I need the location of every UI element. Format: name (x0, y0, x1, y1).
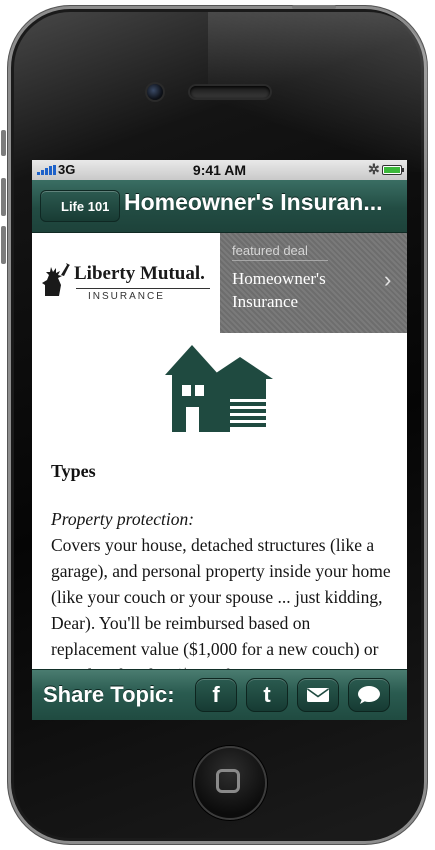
camera-icon (147, 84, 163, 100)
article-text: Property protection: Covers your house, … (51, 506, 391, 670)
page-title: Homeowner's Insuran... (124, 189, 383, 215)
twitter-icon: t (263, 682, 271, 707)
back-button[interactable]: Life 101 (32, 190, 121, 223)
logo-subtitle: INSURANCE (88, 291, 165, 302)
bluetooth-icon: ✲ (368, 161, 380, 177)
house-icon (165, 345, 273, 432)
share-toolbar: Share Topic: f t (32, 669, 407, 720)
article-content[interactable]: Types Property protection: Covers your h… (32, 334, 407, 670)
deal-panel[interactable]: featured deal Homeowner's Insurance › (220, 233, 407, 333)
deal-kicker: featured deal (232, 243, 308, 258)
volume-up-button[interactable] (1, 178, 6, 216)
article-body: Covers your house, detached structures (… (51, 535, 391, 670)
section-heading: Types (51, 461, 96, 481)
twitter-share-button[interactable]: t (246, 678, 288, 712)
email-share-button[interactable] (297, 678, 339, 712)
back-arrow-icon (32, 190, 62, 223)
logo-wordmark: Liberty Mutual. (74, 263, 205, 284)
sleep-button[interactable] (292, 5, 336, 9)
app-screen: 3G 9:41 AM ✲ Life 101 Homeowner's Insura… (32, 160, 407, 720)
mute-switch[interactable] (1, 130, 6, 156)
chevron-right-icon: › (384, 267, 392, 292)
deal-divider (232, 260, 328, 261)
featured-deal-banner[interactable]: Liberty Mutual. INSURANCE featured deal … (32, 233, 407, 333)
facebook-share-button[interactable]: f (195, 678, 237, 712)
status-time: 9:41 AM (192, 162, 247, 178)
mail-icon (307, 688, 329, 702)
deal-title: Homeowner's Insurance (232, 269, 326, 311)
sponsor-logo: Liberty Mutual. INSURANCE (32, 233, 220, 333)
home-button[interactable] (193, 746, 267, 820)
volume-down-button[interactable] (1, 226, 6, 264)
facebook-icon: f (212, 682, 220, 707)
navigation-bar: Life 101 Homeowner's Insuran... (32, 180, 407, 233)
speaker-grille (190, 86, 270, 98)
sms-share-button[interactable] (348, 678, 390, 712)
statue-of-liberty-icon (42, 263, 70, 296)
home-square-icon (216, 769, 240, 793)
battery-tip (402, 168, 404, 172)
share-label: Share Topic: (43, 682, 175, 707)
battery-icon (382, 165, 402, 175)
chat-bubble-icon (358, 686, 380, 704)
status-bar: 3G 9:41 AM ✲ (32, 160, 407, 180)
battery-level (384, 167, 400, 173)
back-button-label: Life 101 (61, 199, 110, 214)
article-subheading: Property protection: (51, 509, 195, 529)
logo-divider (76, 288, 210, 289)
